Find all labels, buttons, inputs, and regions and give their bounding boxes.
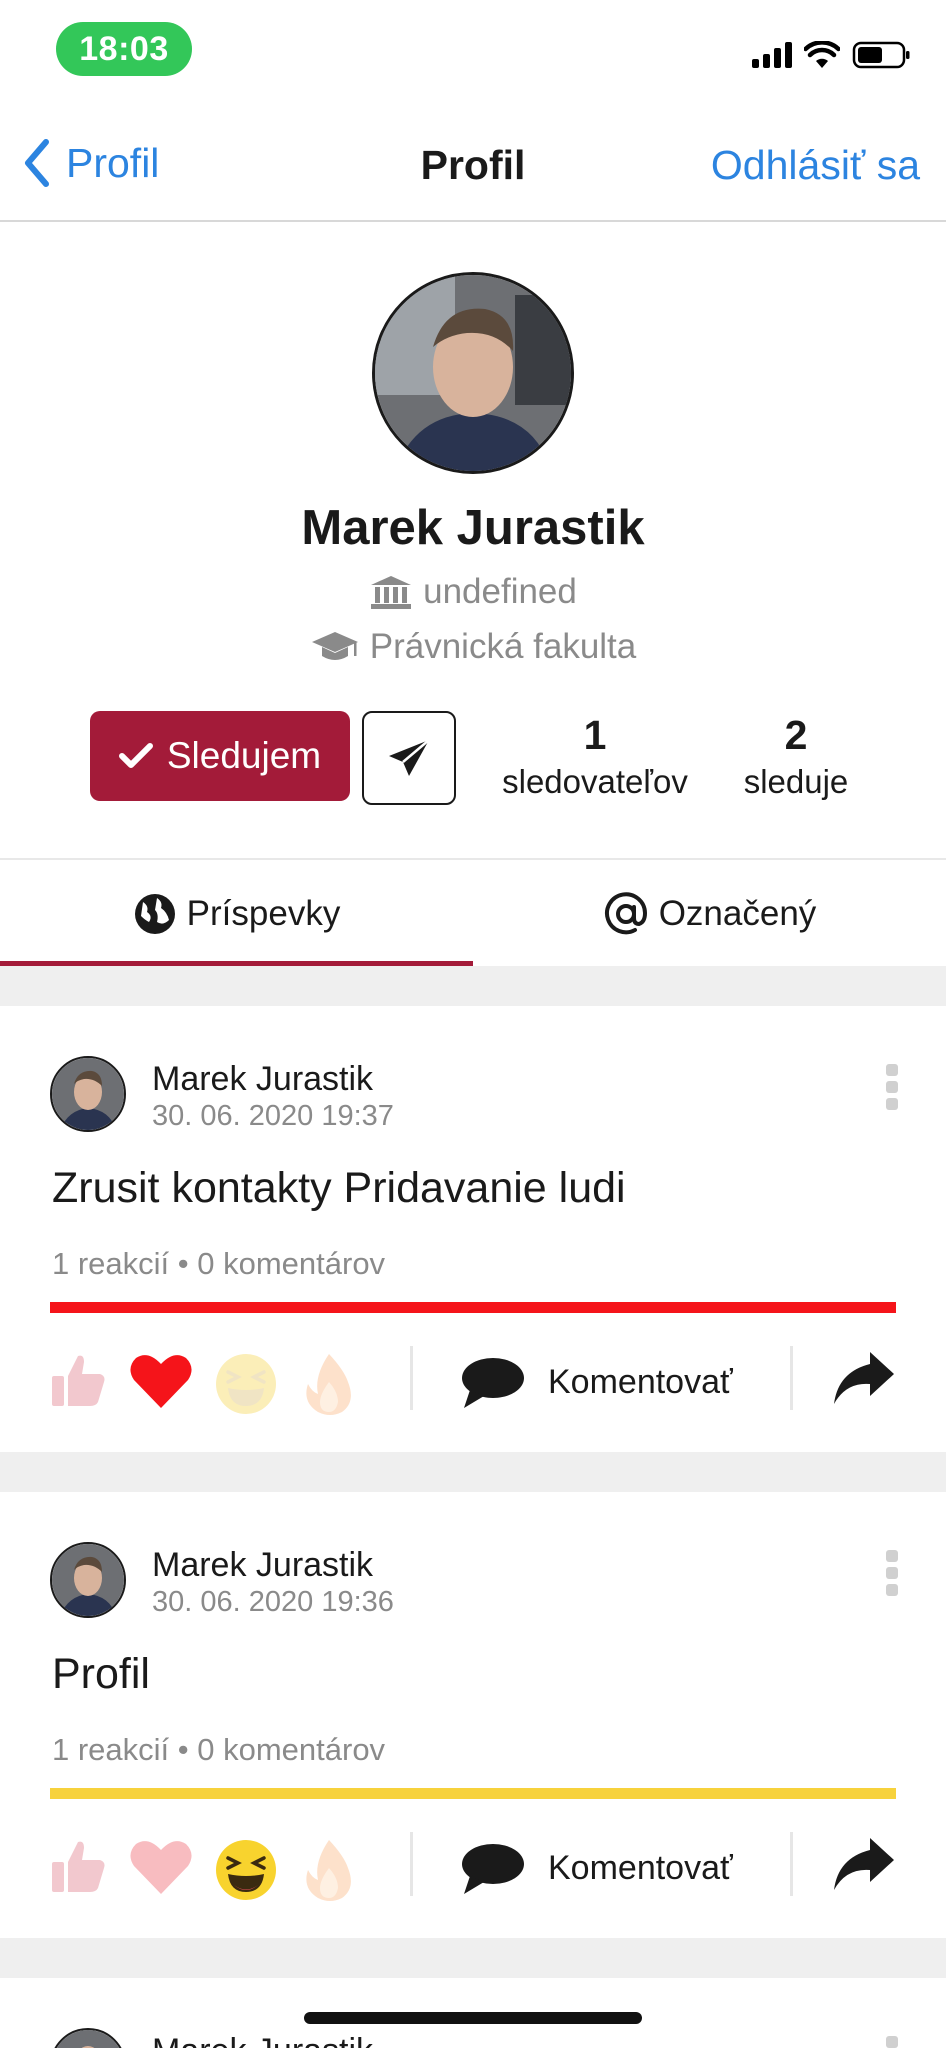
heart-icon[interactable] [128, 1352, 194, 1410]
bank-icon [371, 576, 412, 609]
profile-tabs: Príspevky Označený [0, 862, 946, 966]
following-label: sleduje [743, 763, 849, 800]
comment-label: Komentovať [548, 1362, 733, 1401]
post-avatar[interactable] [50, 1542, 126, 1618]
tab-posts-label: Príspevky [186, 894, 341, 933]
battery-icon [852, 41, 910, 69]
post-date: 30. 06. 2020 19:36 [152, 1586, 394, 1618]
post-author[interactable]: Marek Jurastik [152, 1546, 373, 1585]
laugh-icon[interactable] [214, 1352, 278, 1416]
action-separator [790, 1832, 793, 1896]
heart-icon[interactable] [128, 1838, 194, 1896]
post-actions: Komentovať [0, 1822, 946, 1912]
like-icon[interactable] [50, 1352, 108, 1408]
post-text: Profil [52, 1650, 150, 1698]
post-text: Zrusit kontakty Pridavanie ludi [52, 1164, 626, 1212]
more-icon[interactable] [886, 1550, 898, 1596]
post-avatar[interactable] [50, 2028, 126, 2048]
post-feed: Marek Jurastik 30. 06. 2020 19:37 Zrusit… [0, 966, 946, 2048]
divider [0, 858, 946, 860]
comment-label: Komentovať [548, 1848, 733, 1887]
post-color-bar [50, 1788, 896, 1799]
post-meta[interactable]: 1 reakcií • 0 komentárov [52, 1246, 385, 1282]
followers-label: sledovateľov [502, 763, 688, 800]
comment-button[interactable]: Komentovať [460, 1354, 733, 1410]
post-color-bar [50, 1302, 896, 1313]
more-icon[interactable] [886, 1064, 898, 1110]
graduation-cap-icon [311, 632, 358, 660]
post-avatar[interactable] [50, 1056, 126, 1132]
logout-button[interactable]: Odhlásiť sa [711, 142, 920, 189]
comment-icon [462, 1844, 524, 1894]
following-count: 2 [784, 712, 808, 758]
more-icon[interactable] [886, 2036, 898, 2048]
fire-icon[interactable] [300, 1352, 358, 1416]
laugh-icon[interactable] [214, 1838, 278, 1902]
followers-stat[interactable]: 1 sledovateľov [490, 712, 700, 801]
at-icon [604, 892, 647, 935]
home-indicator[interactable] [304, 2012, 642, 2024]
faculty-line: Právnická fakulta [0, 627, 946, 667]
post-actions: Komentovať [0, 1336, 946, 1426]
comment-icon [462, 1358, 524, 1408]
globe-icon [134, 894, 175, 934]
institution-line: undefined [0, 572, 946, 612]
profile-avatar[interactable] [372, 272, 574, 474]
profile-name: Marek Jurastik [301, 501, 645, 555]
status-bar: 18:03 [0, 0, 946, 100]
comment-button[interactable]: Komentovať [460, 1840, 733, 1896]
tab-tagged[interactable]: Označený [473, 862, 946, 966]
share-icon[interactable] [832, 1350, 896, 1406]
tab-tagged-label: Označený [658, 894, 817, 933]
post-author[interactable]: Marek Jurastik [152, 1060, 373, 1099]
followers-count: 1 [583, 712, 607, 758]
check-icon [118, 743, 153, 768]
status-time: 18:03 [56, 22, 192, 76]
post-card: Marek Jurastik 30. 06. 2020 19:36 Profil… [0, 1492, 946, 1938]
fire-icon[interactable] [300, 1838, 358, 1902]
follow-button[interactable]: Sledujem [90, 711, 350, 801]
post-author[interactable]: Marek Jurastik [152, 2032, 373, 2048]
nav-bar: Profil Profil Odhlásiť sa [0, 110, 946, 222]
follow-button-label: Sledujem [166, 735, 322, 776]
action-separator [790, 1346, 793, 1410]
institution-text: undefined [423, 572, 577, 611]
share-icon[interactable] [832, 1836, 896, 1892]
post-card: Marek Jurastik 30. 06. 2020 19:37 Zrusit… [0, 1006, 946, 1452]
post-date: 30. 06. 2020 19:37 [152, 1100, 394, 1132]
following-stat[interactable]: 2 sleduje [726, 712, 866, 801]
signal-icon [752, 42, 792, 68]
status-icons [752, 40, 912, 70]
post-meta[interactable]: 1 reakcií • 0 komentárov [52, 1732, 385, 1768]
action-separator [410, 1832, 413, 1896]
action-separator [410, 1346, 413, 1410]
faculty-text: Právnická fakulta [369, 627, 637, 666]
message-button[interactable] [362, 711, 456, 805]
tab-posts[interactable]: Príspevky [0, 862, 473, 966]
wifi-icon [804, 41, 840, 68]
paper-plane-icon [389, 739, 430, 776]
like-icon[interactable] [50, 1838, 108, 1894]
